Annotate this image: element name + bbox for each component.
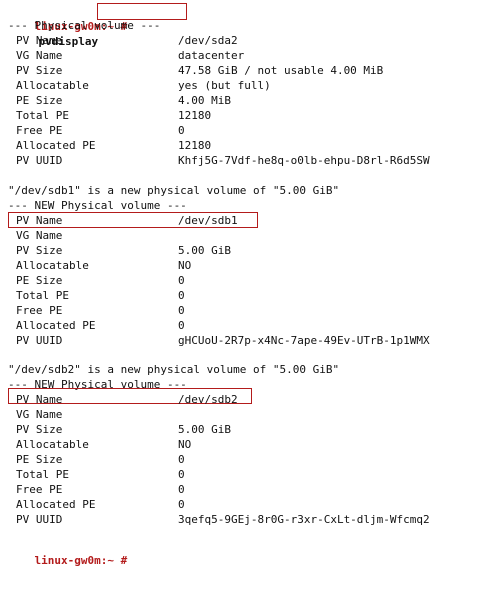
pv3-row-key: VG Name [16,408,63,421]
pv2-row-key: Allocated PE [16,319,96,332]
pv2-header: --- NEW Physical volume --- [8,199,187,212]
pv2-row-value: 0 [178,319,185,332]
pv2-row-key: PV Size [16,244,63,257]
pv1-row-key: Total PE [16,109,69,122]
pv2-row-value: 5.00 GiB [178,244,231,257]
pv2-intro: "/dev/sdb1" is a new physical volume of … [8,184,340,197]
pv3-row-value: 0 [178,498,185,511]
pv1-row-key: PV Size [16,64,63,77]
pv3-row-key: Free PE [16,483,63,496]
pv1-row-value: yes (but full) [178,79,271,92]
pv1-header: --- Physical volume --- [8,19,161,32]
pv2-row-value: 0 [178,304,185,317]
final-prompt-line: linux-gw0m:~ # [8,538,128,567]
pv3-row-key: PV Name [16,393,63,406]
pv2-row-value: NO [178,259,192,272]
pv3-row-value: NO [178,438,192,451]
pv3-row-value: /dev/sdb2 [178,393,238,406]
pv3-row-key: Total PE [16,468,69,481]
pv3-row-value: 0 [178,468,185,481]
pv1-row-key: Allocatable [16,79,89,92]
pv1-row-key: PE Size [16,94,63,107]
pv3-row-key: Allocated PE [16,498,96,511]
pv1-row-value: 4.00 MiB [178,94,231,107]
pv2-row-key: PE Size [16,274,63,287]
pv1-row-value: 0 [178,124,185,137]
pv3-row-value: 0 [178,453,185,466]
pv3-row-value: 0 [178,483,185,496]
pv3-row-key: Allocatable [16,438,89,451]
pv2-row-value: 0 [178,274,185,287]
pv1-row-key: VG Name [16,49,63,62]
pv1-row-value: datacenter [178,49,245,62]
pv3-row-value: 3qefq5-9GEj-8r0G-r3xr-CxLt-dljm-Wfcmq2 [178,513,430,526]
pv3-intro: "/dev/sdb2" is a new physical volume of … [8,363,340,376]
pv2-row-key: PV UUID [16,334,63,347]
pv3-row-key: PV UUID [16,513,63,526]
pv2-row-key: Allocatable [16,259,89,272]
pv3-row-value: 5.00 GiB [178,423,231,436]
pv2-row-value: 0 [178,289,185,302]
pv2-row-value: gHCUoU-2R7p-x4Nc-7ape-49Ev-UTrB-1p1WMX [178,334,430,347]
pv1-row-value: 12180 [178,109,212,122]
pv2-row-key: Total PE [16,289,69,302]
pv2-row-key: PV Name [16,214,63,227]
pv1-row-key: PV UUID [16,154,63,167]
pv1-row-value: 12180 [178,139,212,152]
pv1-row-key: PV Name [16,34,63,47]
pv1-row-value: Khfj5G-7Vdf-he8q-o0lb-ehpu-D8rl-R6d5SW [178,154,430,167]
pv3-row-key: PV Size [16,423,63,436]
pv1-row-value: /dev/sda2 [178,34,238,47]
pv1-row-key: Free PE [16,124,63,137]
pv2-row-key: VG Name [16,229,63,242]
pv1-row-value: 47.58 GiB / not usable 4.00 MiB [178,64,384,77]
terminal-window[interactable]: linux-gw0m:~ # pvdisplay --- Physical vo… [0,0,500,567]
pv1-row-key: Allocated PE [16,139,96,152]
pv2-row-value: /dev/sdb1 [178,214,238,227]
pv2-row-key: Free PE [16,304,63,317]
pv3-row-key: PE Size [16,453,63,466]
